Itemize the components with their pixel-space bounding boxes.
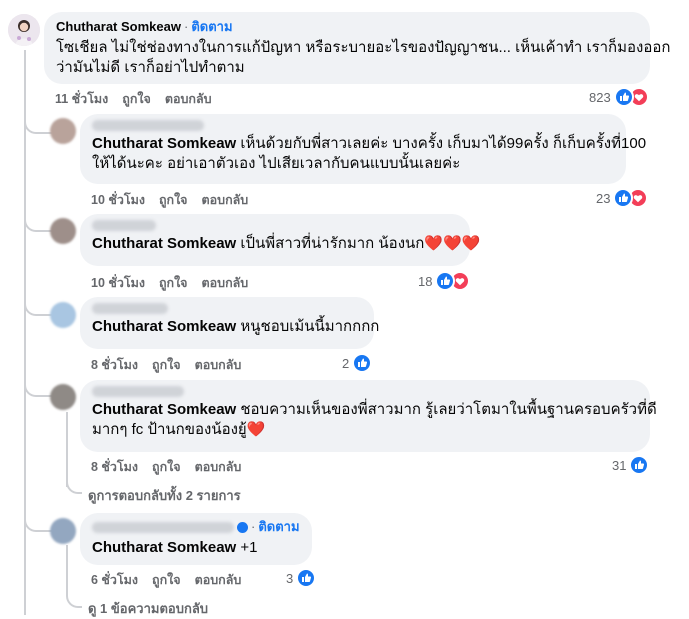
reply-bubble: Chutharat Somkeaw หนูชอบเม้นนี้มากกกก: [80, 297, 380, 349]
mention-link[interactable]: Chutharat Somkeaw: [92, 235, 236, 252]
reaction-count: 2: [342, 355, 350, 371]
reply-bubble: · ติดตาม Chutharat Somkeaw +1: [80, 513, 312, 565]
reply-bubble: Chutharat Somkeaw เห็นด้วยกับพี่สาวเลยค่…: [80, 114, 647, 184]
like-icon: [435, 271, 456, 291]
reply-text: Chutharat Somkeaw เห็นด้วยกับพี่สาวเลยค่…: [92, 135, 647, 172]
timestamp[interactable]: 10 ชั่วโมง: [91, 190, 145, 210]
view-replies-link[interactable]: ดู 1 ข้อความตอบกลับ: [88, 598, 208, 619]
like-button[interactable]: ถูกใจ: [159, 273, 188, 293]
like-button[interactable]: ถูกใจ: [152, 457, 181, 477]
reply-button[interactable]: ตอบกลับ: [202, 273, 249, 293]
like-button[interactable]: ถูกใจ: [122, 89, 151, 109]
follow-button[interactable]: ติดตาม: [191, 19, 232, 35]
timestamp[interactable]: 10 ชั่วโมง: [91, 273, 145, 293]
reaction-count: 18: [418, 273, 433, 289]
blurred-author-name[interactable]: [92, 386, 184, 397]
author-name[interactable]: Chutharat Somkeaw: [56, 19, 181, 35]
avatar[interactable]: [50, 384, 76, 410]
timestamp[interactable]: 11 ชั่วโมง: [55, 89, 108, 109]
reply-button[interactable]: ตอบกลับ: [195, 570, 242, 590]
avatar[interactable]: [50, 302, 76, 328]
reply-bubble: Chutharat Somkeaw เป็นพี่สาวที่น่ารักมาก…: [80, 214, 481, 266]
reply-actions: 6 ชั่วโมง ถูกใจ ตอบกลับ: [91, 570, 255, 590]
reaction-summary[interactable]: 823: [589, 87, 649, 107]
like-button[interactable]: ถูกใจ: [159, 190, 188, 210]
comment-bubble: Chutharat Somkeaw · ติดตาม โซเชียล ไม่ใช…: [44, 12, 671, 84]
reply-text: Chutharat Somkeaw เป็นพี่สาวที่น่ารักมาก…: [92, 235, 481, 252]
reply-actions: 8 ชั่วโมง ถูกใจ ตอบกลับ: [91, 355, 255, 375]
reply-button[interactable]: ตอบกลับ: [202, 190, 249, 210]
like-button[interactable]: ถูกใจ: [152, 570, 181, 590]
avatar[interactable]: [50, 118, 76, 144]
like-icon: [613, 188, 634, 208]
blurred-author-name[interactable]: [92, 303, 168, 314]
blurred-author-name[interactable]: [92, 120, 204, 131]
like-icon: [352, 353, 373, 373]
mention-link[interactable]: Chutharat Somkeaw: [92, 318, 236, 335]
thread-line: [24, 50, 26, 615]
reply-actions: 10 ชั่วโมง ถูกใจ ตอบกลับ: [91, 273, 262, 293]
like-button[interactable]: ถูกใจ: [152, 355, 181, 375]
reply-actions: 8 ชั่วโมง ถูกใจ ตอบกลับ: [91, 457, 255, 477]
mention-link[interactable]: Chutharat Somkeaw: [92, 401, 236, 418]
timestamp[interactable]: 6 ชั่วโมง: [91, 570, 138, 590]
follow-button[interactable]: ติดตาม: [258, 519, 299, 535]
reaction-count: 23: [596, 190, 611, 206]
reply-text: Chutharat Somkeaw หนูชอบเม้นนี้มากกกก: [92, 318, 380, 335]
reply-bubble: Chutharat Somkeaw ชอบความเห็นของพี่สาวมา…: [80, 380, 657, 452]
reply-text: Chutharat Somkeaw ชอบความเห็นของพี่สาวมา…: [92, 401, 657, 438]
reply-button[interactable]: ตอบกลับ: [195, 355, 242, 375]
reaction-summary[interactable]: 31: [612, 455, 650, 475]
reply-button[interactable]: ตอบกลับ: [195, 457, 242, 477]
thread-connector: [24, 500, 52, 532]
reply-button[interactable]: ตอบกลับ: [165, 89, 212, 109]
reaction-summary[interactable]: 18: [418, 271, 471, 291]
thread-connector: [24, 200, 52, 232]
thread-connector: [24, 285, 52, 316]
like-icon: [296, 568, 317, 588]
reaction-count: 3: [286, 570, 294, 586]
comment-text: โซเชียล ไม่ใช่ช่องทางในการแก้ปัญหา หรือร…: [56, 39, 671, 76]
thread-connector: [24, 365, 52, 397]
reaction-summary[interactable]: 23: [596, 188, 649, 208]
verified-badge-icon: [237, 521, 248, 533]
thread-connector: [24, 100, 52, 134]
reaction-count: 823: [589, 89, 611, 105]
view-replies-link[interactable]: ดูการตอบกลับทั้ง 2 รายการ: [88, 485, 241, 506]
blurred-author-name[interactable]: [92, 220, 156, 231]
mention-link[interactable]: Chutharat Somkeaw: [92, 135, 236, 152]
timestamp[interactable]: 8 ชั่วโมง: [91, 457, 138, 477]
blurred-author-name[interactable]: [92, 521, 234, 533]
reply-thread-connector: [66, 580, 82, 608]
avatar[interactable]: [50, 218, 76, 244]
mention-link[interactable]: Chutharat Somkeaw: [92, 539, 236, 556]
like-icon: [629, 455, 650, 475]
reply-thread-connector: [66, 470, 82, 494]
reaction-count: 31: [612, 457, 627, 473]
avatar[interactable]: [8, 14, 40, 46]
reaction-summary[interactable]: 2: [342, 353, 373, 373]
avatar[interactable]: [50, 518, 76, 544]
reply-text: Chutharat Somkeaw +1: [92, 539, 258, 556]
reply-actions: 10 ชั่วโมง ถูกใจ ตอบกลับ: [91, 190, 262, 210]
like-icon: [613, 87, 634, 107]
heart-emoji: ❤️❤️❤️: [424, 235, 481, 252]
heart-emoji: ❤️: [246, 421, 266, 438]
profile-photo: [8, 14, 40, 46]
comment-actions: 11 ชั่วโมง ถูกใจ ตอบกลับ: [55, 89, 226, 109]
reaction-summary[interactable]: 3: [286, 568, 317, 588]
timestamp[interactable]: 8 ชั่วโมง: [91, 355, 138, 375]
